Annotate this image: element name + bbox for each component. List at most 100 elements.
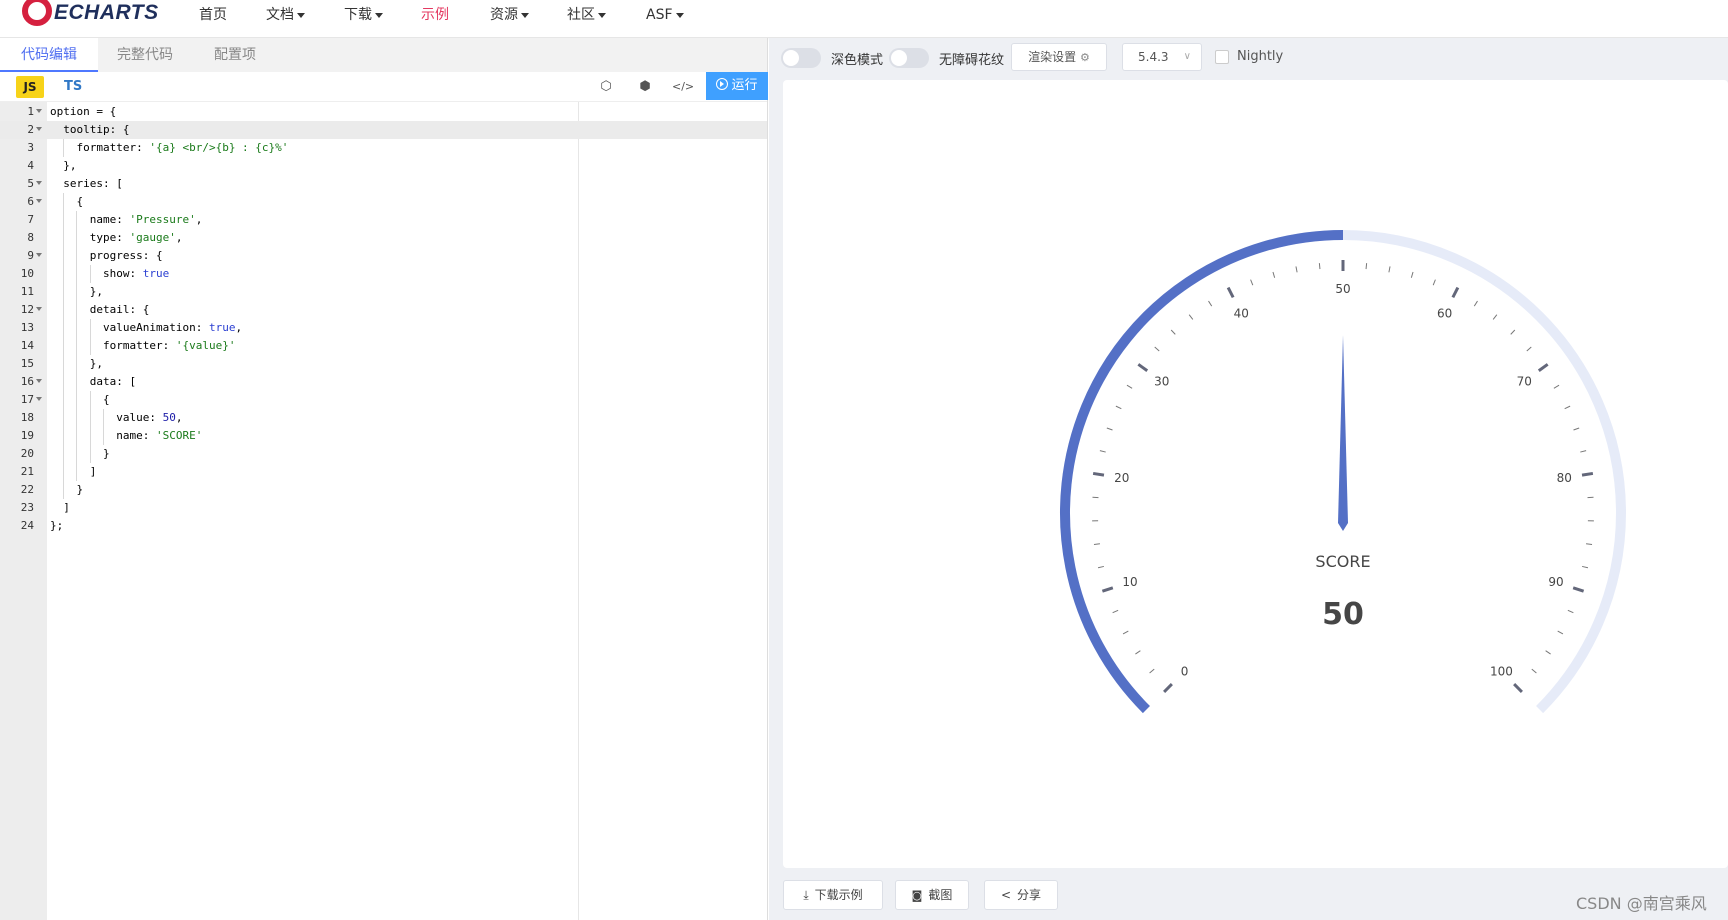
nav-item-3[interactable]: 示例: [421, 4, 449, 26]
run-button[interactable]: 运行: [706, 72, 768, 100]
nav-item-0[interactable]: 首页: [199, 4, 227, 26]
tab-full-code[interactable]: 完整代码: [98, 38, 192, 72]
tab-code-edit[interactable]: 代码编辑: [0, 38, 98, 72]
gauge-axis-label: 60: [1437, 306, 1452, 320]
gauge-axis-label: 10: [1122, 575, 1137, 589]
download-example-button[interactable]: ⤓ 下载示例: [783, 880, 883, 910]
gauge-minor-tick: [1531, 668, 1537, 674]
nav-item-5[interactable]: 社区: [567, 4, 606, 26]
code-text: formatter: '{value}': [50, 339, 236, 352]
top-navbar: ECHARTS 首页 文档 下载 示例 资源 社区 ASF: [0, 0, 1728, 38]
line-number: 23: [20, 501, 34, 514]
fold-arrow-icon[interactable]: [36, 307, 42, 311]
fold-arrow-icon[interactable]: [36, 181, 42, 185]
caret-down-icon: [675, 12, 684, 18]
gauge-minor-tick: [1149, 668, 1155, 674]
code-text: },: [50, 285, 103, 298]
code-line[interactable]: 1 option = {: [0, 103, 767, 121]
fold-arrow-icon[interactable]: [36, 379, 42, 383]
code-line[interactable]: 2 tooltip: {: [0, 121, 767, 139]
gauge-major-tick: [1451, 286, 1460, 299]
gauge-major-tick: [1537, 363, 1549, 372]
gauge-minor-tick: [1272, 271, 1276, 278]
version-select[interactable]: 5.4.3 ∨: [1122, 43, 1202, 71]
line-number: 1: [27, 105, 34, 118]
line-number: 2: [27, 123, 34, 136]
gauge-minor-tick: [1581, 565, 1589, 569]
download-label: 下载示例: [814, 888, 863, 902]
code-line[interactable]: 7 name: 'Pressure',: [0, 211, 767, 229]
code-line[interactable]: 20 }: [0, 445, 767, 463]
nav-item-2[interactable]: 下载: [344, 4, 383, 26]
code-text: ]: [50, 501, 70, 514]
code-text: formatter: '{a} <br/>{b} : {c}%': [50, 141, 289, 154]
code-line[interactable]: 17 {: [0, 391, 767, 409]
code-line[interactable]: 16 data: [: [0, 373, 767, 391]
line-number: 20: [20, 447, 34, 460]
fold-arrow-icon[interactable]: [36, 253, 42, 257]
gauge-major-tick: [1226, 286, 1235, 299]
code-line[interactable]: 18 value: 50,: [0, 409, 767, 427]
line-number: 17: [20, 393, 34, 406]
code-line[interactable]: 23 ]: [0, 499, 767, 517]
codesandbox-icon[interactable]: ⬢: [636, 78, 654, 96]
gauge-axis-label: 90: [1548, 575, 1563, 589]
nightly-checkbox[interactable]: [1215, 50, 1229, 64]
code-icon[interactable]: </>: [672, 78, 694, 96]
code-line[interactable]: 13 valueAnimation: true,: [0, 319, 767, 337]
echarts-logo[interactable]: ECHARTS: [22, 0, 159, 30]
line-number: 9: [27, 249, 34, 262]
code-line[interactable]: 10 show: true: [0, 265, 767, 283]
gauge-minor-tick: [1318, 263, 1321, 270]
gauge-minor-tick: [1170, 329, 1176, 335]
code-editor[interactable]: 1 option = {2 tooltip: {3 formatter: '{a}…: [0, 102, 767, 920]
code-text: value: 50,: [50, 411, 183, 424]
code-line[interactable]: 11 },: [0, 283, 767, 301]
code-line[interactable]: 5 series: [: [0, 175, 767, 193]
fold-arrow-icon[interactable]: [36, 199, 42, 203]
gauge-minor-tick: [1573, 427, 1580, 431]
render-settings-label: 渲染设置: [1028, 50, 1077, 64]
a11y-pattern-toggle[interactable]: [889, 48, 929, 68]
tab-options[interactable]: 配置项: [192, 38, 278, 72]
gauge-major-tick: [1137, 363, 1149, 372]
code-line[interactable]: 19 name: 'SCORE': [0, 427, 767, 445]
code-line[interactable]: 21 ]: [0, 463, 767, 481]
gauge-minor-tick: [1526, 346, 1532, 352]
gauge-minor-tick: [1188, 314, 1194, 320]
code-line[interactable]: 24};: [0, 517, 767, 535]
code-line[interactable]: 9 progress: {: [0, 247, 767, 265]
gauge-major-tick: [1513, 683, 1523, 693]
nav-item-6[interactable]: ASF: [646, 4, 684, 26]
code-line[interactable]: 14 formatter: '{value}': [0, 337, 767, 355]
code-line[interactable]: 6 {: [0, 193, 767, 211]
dark-mode-toggle[interactable]: [781, 48, 821, 68]
code-text: valueAnimation: true,: [50, 321, 243, 334]
screenshot-label: 截图: [928, 888, 953, 902]
gauge-minor-tick: [1135, 650, 1141, 655]
code-line[interactable]: 12 detail: {: [0, 301, 767, 319]
gauge-axis-label: 30: [1154, 374, 1169, 388]
nav-item-1[interactable]: 文档: [266, 4, 305, 26]
code-line[interactable]: 3 formatter: '{a} <br/>{b} : {c}%': [0, 139, 767, 157]
line-number: 16: [20, 375, 34, 388]
code-line[interactable]: 15 },: [0, 355, 767, 373]
caret-down-icon: [598, 12, 606, 18]
share-button[interactable]: < 分享: [984, 880, 1058, 910]
code-text: },: [50, 357, 103, 370]
fold-arrow-icon[interactable]: [36, 127, 42, 131]
codepen-icon[interactable]: ⬡: [597, 78, 615, 96]
render-settings-button[interactable]: 渲染设置 ⚙: [1011, 43, 1107, 71]
gauge-minor-tick: [1580, 450, 1587, 453]
screenshot-button[interactable]: ◙ 截图: [895, 880, 969, 910]
lang-ts-button[interactable]: TS: [64, 76, 82, 98]
lang-js-button[interactable]: JS: [16, 76, 44, 98]
code-line[interactable]: 8 type: 'gauge',: [0, 229, 767, 247]
fold-arrow-icon[interactable]: [36, 109, 42, 113]
code-line[interactable]: 4 },: [0, 157, 767, 175]
language-toolbar: JS TS ⬡ ⬢ </> 运行: [0, 72, 768, 102]
code-line[interactable]: 22 }: [0, 481, 767, 499]
nav-item-4[interactable]: 资源: [490, 4, 529, 26]
fold-arrow-icon[interactable]: [36, 397, 42, 401]
gauge-major-tick: [1101, 586, 1114, 593]
